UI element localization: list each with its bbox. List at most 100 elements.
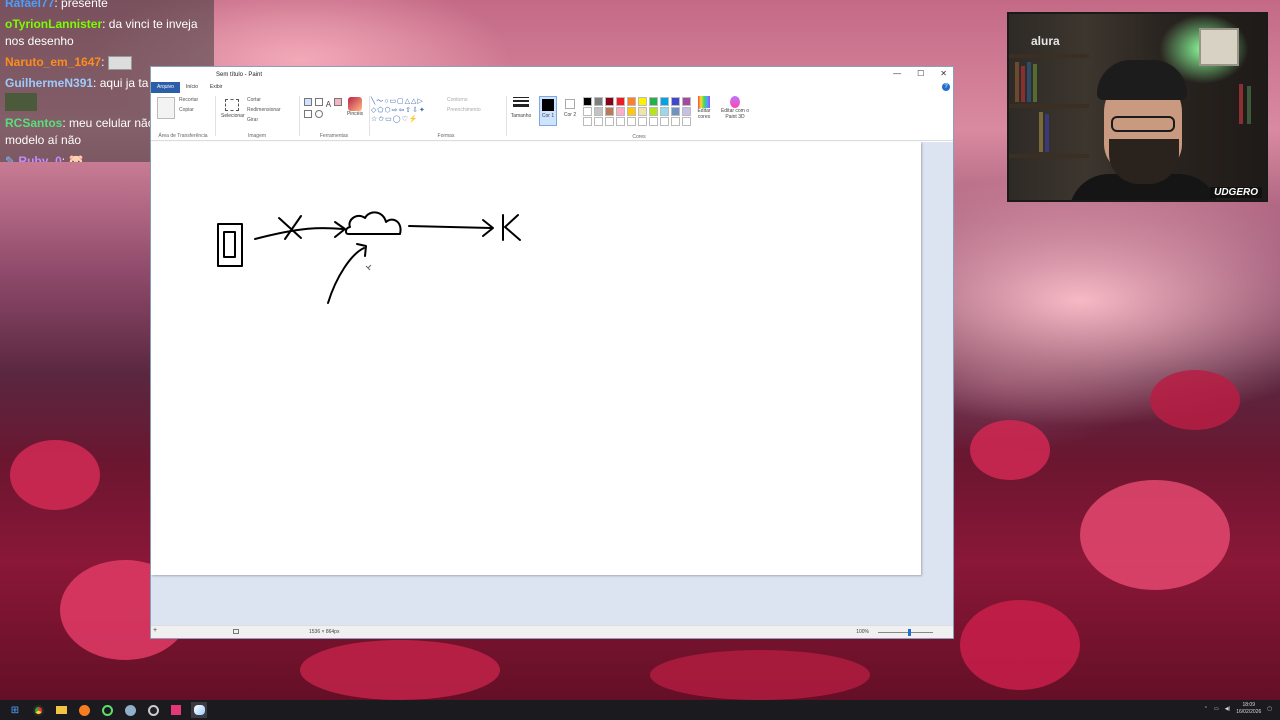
palette-swatch[interactable] — [605, 107, 614, 116]
arrow-sketch — [408, 225, 492, 229]
palette-swatch[interactable] — [627, 107, 636, 116]
cut-button[interactable]: Recortar — [179, 95, 198, 105]
palette-swatch[interactable] — [616, 117, 625, 126]
palette-swatch[interactable] — [616, 107, 625, 116]
palette-swatch[interactable] — [660, 97, 669, 106]
palette-swatch[interactable] — [682, 97, 691, 106]
zoom-thumb[interactable] — [908, 629, 911, 636]
chat-text: presente — [61, 0, 108, 10]
help-icon[interactable]: ? — [942, 83, 950, 91]
time-text: 18:09 — [1242, 702, 1255, 708]
palette-swatch[interactable] — [594, 107, 603, 116]
palette-swatch[interactable] — [660, 107, 669, 116]
tools-group: A Pincéis Ferramentas — [301, 95, 367, 139]
outline-button[interactable]: Contorno — [447, 95, 481, 105]
chat-username: Ruby_0 — [18, 154, 62, 162]
volume-icon[interactable]: ◀) — [1225, 706, 1231, 712]
brushes-button[interactable]: Pincéis — [345, 97, 365, 117]
app-icon[interactable] — [122, 702, 138, 718]
palette-swatch[interactable] — [627, 97, 636, 106]
file-explorer-icon[interactable] — [53, 702, 69, 718]
paint3d-button[interactable]: Editar com o Paint 3D — [719, 96, 751, 120]
magnifier-icon[interactable] — [315, 110, 324, 118]
chat-username: GuilhermeN391 — [5, 76, 94, 90]
copy-button[interactable]: Copiar — [179, 105, 198, 115]
palette-swatch[interactable] — [605, 117, 614, 126]
windows-start-icon[interactable]: ⊞ — [7, 702, 23, 718]
palette-swatch[interactable] — [671, 107, 680, 116]
drawing-canvas[interactable] — [151, 142, 921, 575]
text-tool-icon[interactable]: A — [326, 100, 331, 109]
shapes-label: Formas — [437, 133, 455, 139]
eraser-tool-icon[interactable] — [333, 98, 342, 106]
x-sketch — [278, 215, 302, 240]
edit-colors-button[interactable]: Editar cores — [695, 96, 713, 120]
palette-swatch[interactable] — [638, 117, 647, 126]
image-label: Imagem — [247, 133, 267, 139]
palette-swatch[interactable] — [594, 97, 603, 106]
firefox-icon[interactable] — [76, 702, 92, 718]
color1-button[interactable]: Cor 1 — [539, 96, 557, 126]
palette-swatch[interactable] — [671, 97, 680, 106]
whatsapp-icon[interactable] — [99, 702, 115, 718]
palette-swatch[interactable] — [638, 107, 647, 116]
brand-logo: UDGERO — [1210, 187, 1262, 198]
palette-swatch[interactable] — [682, 107, 691, 116]
tab-exibir[interactable]: Exibir — [204, 82, 229, 93]
palette-swatch[interactable] — [638, 97, 647, 106]
add-icon[interactable]: + — [153, 627, 157, 634]
chrome-icon[interactable] — [30, 702, 46, 718]
network-icon[interactable]: ▭ — [1214, 706, 1219, 712]
notifications-icon[interactable]: ▢ — [1267, 706, 1272, 712]
size-button[interactable]: Tamanho — [509, 97, 533, 119]
palette-swatch[interactable] — [682, 117, 691, 126]
palette-swatch[interactable] — [649, 107, 658, 116]
resize-button[interactable]: Redimensionar — [247, 105, 281, 115]
color2-button[interactable]: Cor 2 — [561, 96, 579, 126]
fill-button[interactable]: Preenchimento — [447, 105, 481, 115]
palette-swatch[interactable] — [649, 117, 658, 126]
color-picker-icon[interactable] — [304, 110, 312, 118]
minimize-button[interactable]: — — [893, 69, 901, 78]
close-button[interactable]: ✕ — [940, 69, 947, 78]
colors-label: Cores — [632, 134, 646, 140]
palette-swatch[interactable] — [583, 97, 592, 106]
clipboard-label: Área de Transferência — [158, 133, 208, 139]
selection-size-icon — [233, 629, 239, 634]
chevron-up-icon[interactable]: ⌃ — [1204, 706, 1208, 712]
zoom-level: 100% — [856, 629, 869, 635]
palette-swatch[interactable] — [660, 117, 669, 126]
shapes-gallery[interactable]: ╲〜○▭▢△△▷ ◇⬠⬡⇨⇦⇧⇩✦ ☆✩▭◯♡⚡ — [371, 97, 443, 127]
phone-sketch — [217, 223, 243, 267]
zoom-slider[interactable] — [878, 629, 933, 636]
fill-tool-icon[interactable] — [315, 98, 324, 106]
pencil-tool-icon[interactable] — [304, 98, 312, 106]
tab-inicio[interactable]: Início — [180, 82, 204, 93]
palette-swatch[interactable] — [583, 107, 592, 116]
crop-button[interactable]: Cortar — [247, 95, 281, 105]
brush-icon — [348, 97, 362, 111]
paint-icon[interactable] — [191, 702, 207, 718]
maximize-button[interactable]: ☐ — [917, 69, 924, 78]
clock[interactable]: 18:09 16/02/2026 — [1236, 702, 1261, 716]
palette-swatch[interactable] — [605, 97, 614, 106]
palette-swatch[interactable] — [627, 117, 636, 126]
chat-message: Rafael77: presente — [0, 0, 214, 14]
palette-swatch[interactable] — [671, 117, 680, 126]
chat-username: RCSantos — [5, 116, 63, 130]
palette-swatch[interactable] — [583, 117, 592, 126]
palette-swatch[interactable] — [649, 97, 658, 106]
tab-arquivo[interactable]: Arquivo — [151, 82, 180, 93]
app-icon[interactable] — [168, 702, 184, 718]
drawing-svg — [217, 211, 521, 304]
palette-swatch[interactable] — [616, 97, 625, 106]
chat-username: oTyrionLannister — [5, 17, 103, 31]
workspace — [151, 142, 953, 627]
webcam-overlay: alura UDGERO — [1007, 12, 1268, 202]
emote-image — [5, 93, 37, 111]
paste-button[interactable] — [157, 97, 175, 119]
rotate-button[interactable]: Girar — [247, 115, 281, 125]
palette-swatch[interactable] — [594, 117, 603, 126]
obs-icon[interactable] — [145, 702, 161, 718]
select-button[interactable]: Selecionar — [221, 97, 245, 123]
